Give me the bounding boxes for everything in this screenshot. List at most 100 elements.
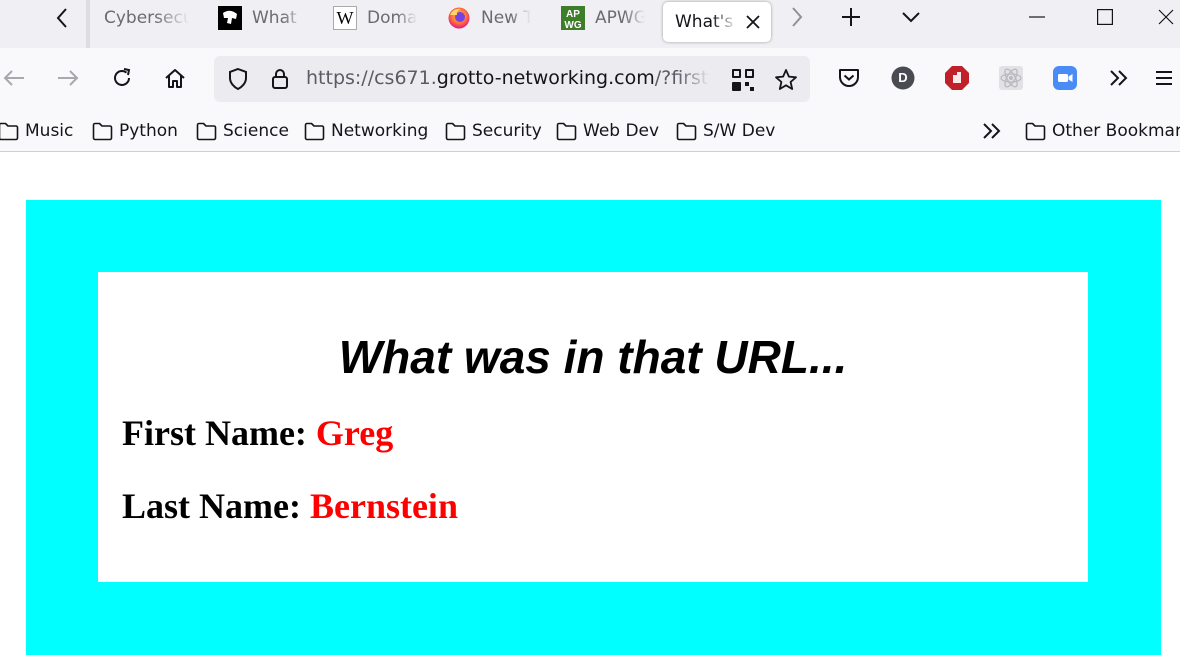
last-name-label: Last Name: xyxy=(122,486,301,526)
bookmark-folder-sw-dev[interactable]: S/W Dev xyxy=(676,119,775,143)
double-chevron-right-icon xyxy=(1110,70,1128,86)
tab-active-whats-in[interactable]: What's in xyxy=(663,2,771,42)
bookmark-label: Science xyxy=(223,121,289,141)
url-text[interactable]: https://cs671.grotto-networking.com/?fir… xyxy=(306,67,710,89)
tab-new-tab[interactable]: New T xyxy=(447,0,533,36)
tab-divider xyxy=(86,0,90,48)
double-chevron-right-icon xyxy=(983,123,1001,139)
bookmark-label: Music xyxy=(25,121,74,141)
home-icon xyxy=(165,69,185,88)
bookmarks-toolbar: Music Python Science Networking Security… xyxy=(0,110,1180,152)
list-all-tabs-button[interactable] xyxy=(891,0,931,34)
plus-icon xyxy=(842,8,860,26)
inner-content-card: What was in that URL... First Name: Greg… xyxy=(98,272,1088,582)
close-icon xyxy=(746,15,760,29)
folder-icon xyxy=(304,122,325,140)
react-atom-icon xyxy=(999,66,1023,90)
minimize-button[interactable] xyxy=(1017,0,1057,34)
svg-text:AP: AP xyxy=(566,9,580,20)
bookmark-folder-python[interactable]: Python xyxy=(92,119,178,143)
folder-icon xyxy=(556,122,577,140)
folder-icon xyxy=(1025,122,1046,140)
bookmark-folder-web-dev[interactable]: Web Dev xyxy=(556,119,659,143)
folder-icon xyxy=(676,122,697,140)
shield-icon xyxy=(229,68,247,90)
tab-label: Cybersecu xyxy=(104,8,190,28)
url-host: grotto-networking.com xyxy=(436,67,655,89)
tab-scroll-right-button[interactable] xyxy=(777,0,817,34)
account-button[interactable]: D xyxy=(883,58,923,98)
back-button[interactable] xyxy=(0,58,34,98)
wikipedia-icon: W xyxy=(333,6,357,30)
lock-icon xyxy=(272,69,288,89)
last-name-line: Last Name: Bernstein xyxy=(122,485,458,527)
close-window-button[interactable] xyxy=(1152,0,1180,34)
bookmark-label: Networking xyxy=(331,121,429,141)
bookmark-folder-networking[interactable]: Networking xyxy=(304,119,428,143)
extension-react-devtools-button[interactable] xyxy=(991,58,1031,98)
minimize-icon xyxy=(1029,16,1045,18)
bookmark-page-button[interactable] xyxy=(772,66,800,94)
arrow-left-icon xyxy=(3,70,24,86)
tab-what-is[interactable]: What i xyxy=(218,0,304,36)
folder-icon xyxy=(445,122,466,140)
home-button[interactable] xyxy=(155,58,195,98)
bookmark-folder-science[interactable]: Science xyxy=(196,119,289,143)
other-bookmarks-folder[interactable]: Other Bookmarks xyxy=(1025,119,1180,143)
tab-cybersecurity[interactable]: Cybersecu xyxy=(104,0,194,36)
bookmark-label: Web Dev xyxy=(583,121,660,141)
folder-icon xyxy=(0,122,19,140)
reload-button[interactable] xyxy=(102,58,142,98)
tab-label: What i xyxy=(252,8,304,28)
chevron-right-icon xyxy=(792,7,803,27)
site-info-button[interactable] xyxy=(266,65,294,93)
qr-code-button[interactable] xyxy=(730,67,756,93)
zoom-video-icon xyxy=(1053,66,1077,90)
url-prefix: https://cs671. xyxy=(306,67,437,89)
close-icon xyxy=(1158,9,1174,25)
first-name-value: Greg xyxy=(315,413,394,453)
svg-text:W: W xyxy=(337,8,354,28)
hamburger-menu-icon xyxy=(1156,71,1172,85)
tab-apwg[interactable]: AP WG APWG xyxy=(561,0,647,36)
bookmark-label: Other Bookmarks xyxy=(1052,121,1180,141)
pocket-button[interactable] xyxy=(829,58,869,98)
account-initial: D xyxy=(898,70,908,85)
bookmarks-overflow-button[interactable] xyxy=(982,119,1004,143)
more-tools-button[interactable] xyxy=(1099,58,1139,98)
maximize-button[interactable] xyxy=(1085,0,1125,34)
stop-sign-extension-icon xyxy=(945,66,969,90)
navigation-toolbar: https://cs671.grotto-networking.com/?fir… xyxy=(0,48,1180,110)
url-bar[interactable]: https://cs671.grotto-networking.com/?fir… xyxy=(214,56,810,102)
maximize-icon xyxy=(1097,9,1113,25)
close-tab-button[interactable] xyxy=(743,12,763,32)
extension-zoom-button[interactable] xyxy=(1045,58,1085,98)
page-heading: What was in that URL... xyxy=(338,331,848,383)
last-name-value: Bernstein xyxy=(309,486,458,526)
new-tab-button[interactable] xyxy=(831,0,871,34)
reload-icon xyxy=(114,68,131,86)
tab-label: APWG xyxy=(595,8,645,28)
forward-button[interactable] xyxy=(48,58,88,98)
first-name-line: First Name: Greg xyxy=(122,412,393,454)
url-suffix: /?first=Greg xyxy=(654,67,710,89)
bookmark-folder-music[interactable]: Music xyxy=(0,119,73,143)
tab-strip: Cybersecu What i W Doma New T AP WG APWG … xyxy=(0,0,1180,48)
tab-label: Doma xyxy=(367,8,417,28)
svg-text:WG: WG xyxy=(564,20,581,30)
tab-scroll-left-button[interactable] xyxy=(40,4,84,32)
first-name-label: First Name: xyxy=(122,413,307,453)
chevron-down-icon xyxy=(902,12,920,23)
folder-icon xyxy=(196,122,217,140)
outer-cyan-panel: What was in that URL... First Name: Greg… xyxy=(26,200,1161,655)
bookmark-folder-security[interactable]: Security xyxy=(445,119,542,143)
pocket-icon xyxy=(839,69,859,87)
bookmark-label: S/W Dev xyxy=(703,121,776,141)
app-menu-button[interactable] xyxy=(1152,58,1180,98)
tab-domain[interactable]: W Doma xyxy=(333,0,419,36)
tracking-protection-button[interactable] xyxy=(224,65,252,93)
bookmark-label: Python xyxy=(119,121,178,141)
chevron-left-icon xyxy=(56,8,67,28)
hacker-icon xyxy=(218,6,242,30)
extension-ublock-button[interactable] xyxy=(937,58,977,98)
